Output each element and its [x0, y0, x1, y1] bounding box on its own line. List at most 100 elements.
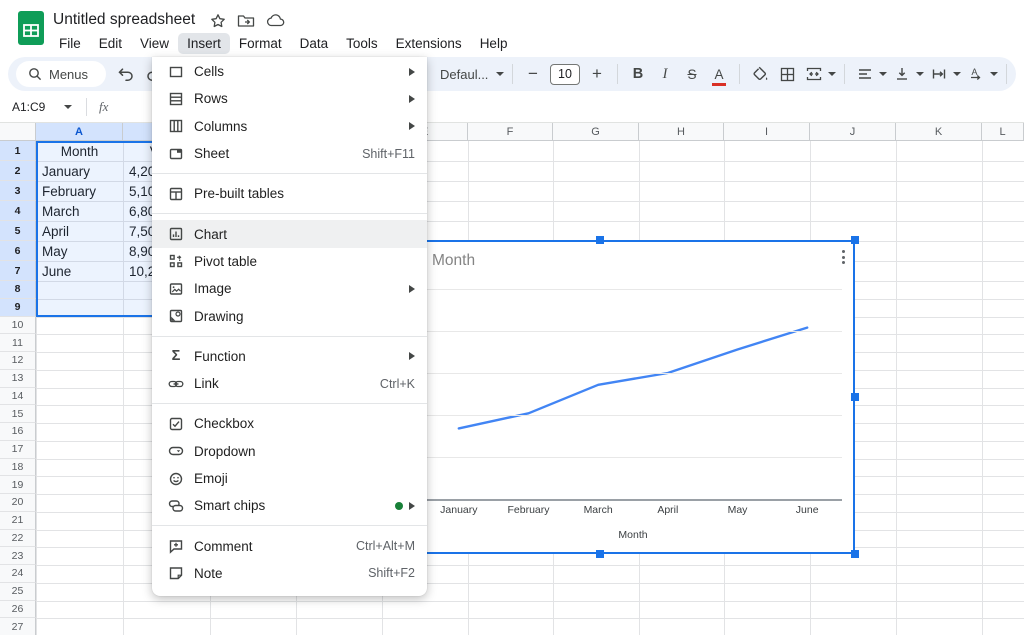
row-header-7[interactable]: 7: [0, 261, 36, 281]
text-wrap-icon: [927, 62, 951, 86]
insert-menu-item-image[interactable]: Image: [152, 275, 427, 302]
menubar-item-format[interactable]: Format: [230, 33, 291, 54]
cloud-status-icon[interactable]: [266, 13, 286, 29]
menubar-item-edit[interactable]: Edit: [90, 33, 131, 54]
emoji-icon: [168, 471, 184, 487]
column-header-j[interactable]: J: [810, 123, 896, 141]
row-header-18[interactable]: 18: [0, 458, 36, 477]
font-size-input[interactable]: 10: [550, 63, 580, 85]
menubar-item-extensions[interactable]: Extensions: [387, 33, 471, 54]
prebuilt-tables-icon: [168, 186, 184, 202]
chart-resize-handle[interactable]: [851, 550, 859, 558]
strikethrough-icon[interactable]: S: [680, 62, 704, 86]
row-header-16[interactable]: 16: [0, 423, 36, 441]
row-header-10[interactable]: 10: [0, 316, 36, 335]
column-header-f[interactable]: F: [468, 123, 553, 141]
document-title[interactable]: Untitled spreadsheet: [53, 11, 195, 29]
insert-menu-item-cells[interactable]: Cells: [152, 58, 427, 85]
insert-menu-item-dropdown[interactable]: Dropdown: [152, 438, 427, 465]
insert-menu-item-columns[interactable]: Columns: [152, 113, 427, 140]
select-all-corner[interactable]: [0, 123, 36, 141]
bold-icon[interactable]: B: [626, 62, 650, 86]
row-header-27[interactable]: 27: [0, 618, 36, 635]
row-header-26[interactable]: 26: [0, 600, 36, 619]
row-header-2[interactable]: 2: [0, 161, 36, 181]
insert-menu-item-comment[interactable]: Comment Ctrl+Alt+M: [152, 532, 427, 559]
fx-icon[interactable]: fx: [99, 99, 108, 115]
insert-menu-item-checkbox[interactable]: Checkbox: [152, 410, 427, 437]
insert-menu-item-function[interactable]: Σ Function: [152, 343, 427, 370]
italic-icon[interactable]: I: [653, 62, 677, 86]
insert-menu-item-rows[interactable]: Rows: [152, 85, 427, 112]
increase-font-size-button[interactable]: +: [585, 62, 609, 86]
menubar-item-tools[interactable]: Tools: [337, 33, 387, 54]
row-header-15[interactable]: 15: [0, 405, 36, 423]
row-header-6[interactable]: 6: [0, 241, 36, 261]
fill-color-icon[interactable]: [748, 62, 772, 86]
undo-icon[interactable]: [114, 62, 138, 86]
sheets-logo-icon[interactable]: [18, 11, 44, 45]
chart-resize-handle[interactable]: [851, 393, 859, 401]
insert-menu-item-chart[interactable]: Chart: [152, 220, 427, 248]
menubar-item-insert[interactable]: Insert: [178, 32, 230, 54]
row-header-9[interactable]: 9: [0, 298, 36, 317]
menubar-item-view[interactable]: View: [131, 33, 178, 54]
star-icon[interactable]: [210, 13, 226, 29]
merge-cells-control[interactable]: [802, 62, 836, 86]
name-box[interactable]: A1:C9: [12, 100, 72, 114]
text-color-icon[interactable]: A: [707, 62, 731, 86]
chart-resize-handle[interactable]: [596, 236, 604, 244]
menus-search-pill[interactable]: Menus: [16, 61, 106, 87]
row-header-13[interactable]: 13: [0, 369, 36, 388]
row-header-11[interactable]: 11: [0, 334, 36, 352]
insert-menu-item-pivot-table[interactable]: Pivot table: [152, 248, 427, 275]
row-header-17[interactable]: 17: [0, 440, 36, 459]
menu-item-label: Link: [194, 376, 219, 392]
row-header-24[interactable]: 24: [0, 565, 36, 583]
insert-menu-item-emoji[interactable]: Emoji: [152, 465, 427, 492]
text-rotation-control[interactable]: A: [964, 62, 998, 86]
row-header-8[interactable]: 8: [0, 281, 36, 299]
row-header-25[interactable]: 25: [0, 582, 36, 601]
row-header-3[interactable]: 3: [0, 181, 36, 201]
row-header-1[interactable]: 1: [0, 141, 36, 161]
row-header-12[interactable]: 12: [0, 352, 36, 370]
decrease-font-size-button[interactable]: −: [521, 62, 545, 86]
menubar-item-file[interactable]: File: [50, 33, 90, 54]
row-header-23[interactable]: 23: [0, 547, 36, 565]
row-header-4[interactable]: 4: [0, 201, 36, 221]
menubar-item-help[interactable]: Help: [471, 33, 517, 54]
insert-menu-item-drawing[interactable]: Drawing: [152, 302, 427, 329]
insert-menu-item-sheet[interactable]: Sheet Shift+F11: [152, 140, 427, 167]
row-header-5[interactable]: 5: [0, 221, 36, 241]
chart-resize-handle[interactable]: [851, 236, 859, 244]
column-header-i[interactable]: I: [724, 123, 810, 141]
column-header-a[interactable]: A: [36, 123, 123, 141]
chart-resize-handle[interactable]: [596, 550, 604, 558]
merge-cells-icon: [802, 62, 826, 86]
insert-menu-item-note[interactable]: Note Shift+F2: [152, 560, 427, 587]
row-header-21[interactable]: 21: [0, 511, 36, 530]
vertical-align-control[interactable]: [890, 62, 924, 86]
insert-menu-item-pre-built-tables[interactable]: Pre-built tables: [152, 180, 427, 207]
chart-more-options-icon[interactable]: [842, 250, 845, 264]
borders-icon[interactable]: [775, 62, 799, 86]
menubar-item-data[interactable]: Data: [291, 33, 338, 54]
font-family-selector[interactable]: Defaul...: [440, 67, 504, 82]
text-wrap-control[interactable]: [927, 62, 961, 86]
row-header-20[interactable]: 20: [0, 494, 36, 512]
move-folder-icon[interactable]: [237, 13, 255, 29]
row-header-14[interactable]: 14: [0, 387, 36, 406]
more-icon[interactable]: ⋮: [1015, 62, 1024, 86]
column-header-k[interactable]: K: [896, 123, 982, 141]
horizontal-align-control[interactable]: [853, 62, 887, 86]
row-header-22[interactable]: 22: [0, 529, 36, 548]
column-header-h[interactable]: H: [639, 123, 724, 141]
insert-menu-item-smart-chips[interactable]: Smart chips: [152, 492, 427, 519]
comment-icon: [168, 538, 184, 554]
column-header-g[interactable]: G: [553, 123, 639, 141]
insert-menu-item-link[interactable]: Link Ctrl+K: [152, 370, 427, 397]
menu-item-label: Columns: [194, 118, 248, 134]
column-header-l[interactable]: L: [982, 123, 1024, 141]
row-header-19[interactable]: 19: [0, 476, 36, 494]
